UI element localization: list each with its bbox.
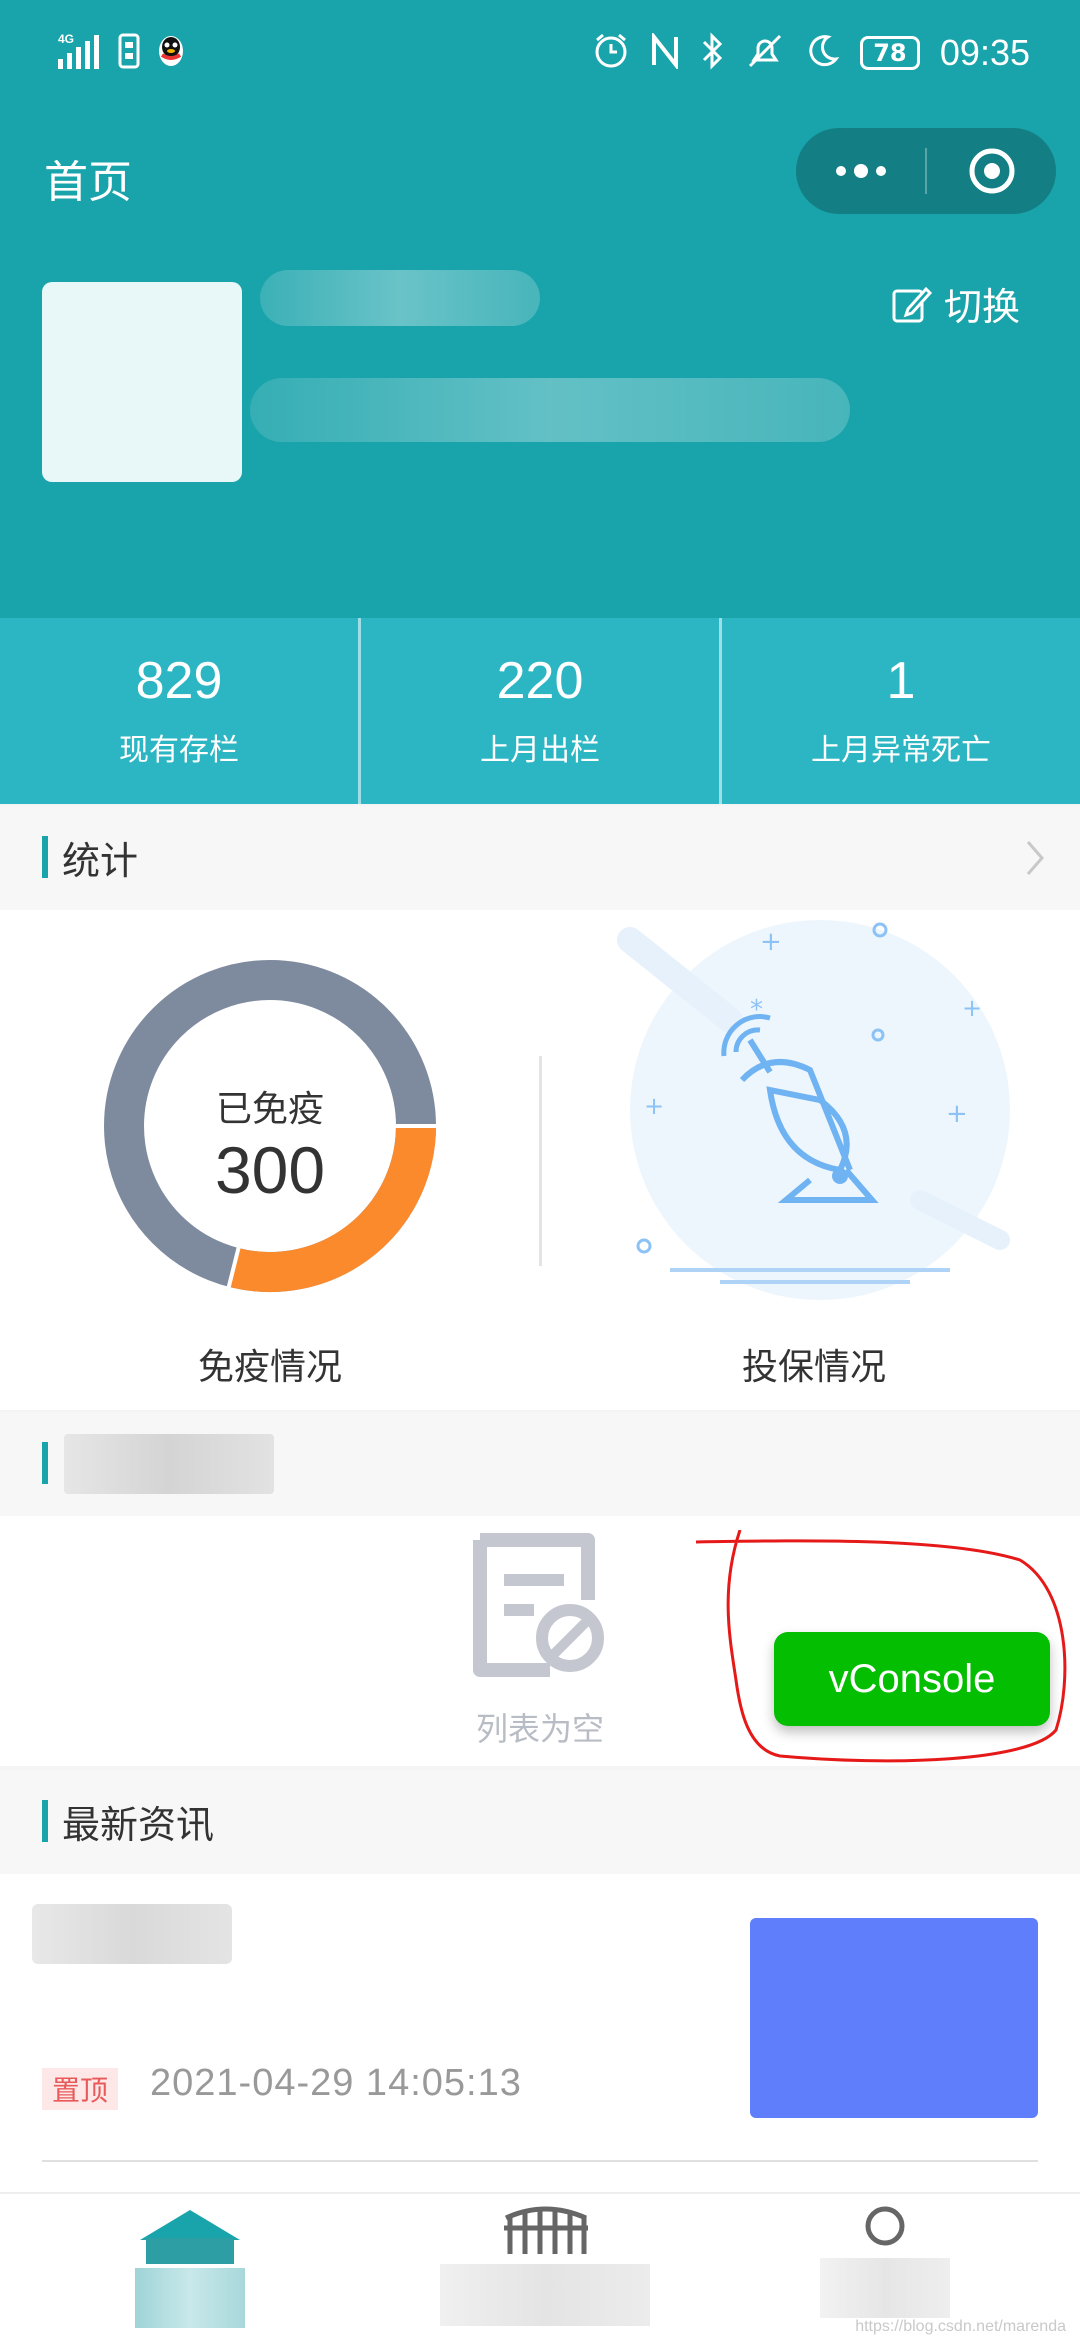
user-icon — [865, 2206, 905, 2246]
svg-text:+: + — [760, 927, 782, 957]
stat-value: 1 — [886, 652, 916, 711]
svg-text:+: + — [962, 994, 982, 1022]
page-title: 首页 — [44, 157, 132, 208]
alarm-icon — [592, 32, 630, 74]
vaccine-value: 300 — [214, 1133, 326, 1207]
more-button[interactable] — [796, 128, 925, 214]
section-accent-bar — [42, 836, 48, 878]
watermark: https://blog.csdn.net/marenda — [855, 2318, 1066, 2335]
stat-label: 上月出栏 — [480, 732, 600, 768]
farm-address-redacted — [250, 378, 850, 442]
status-time: 09:35 — [939, 32, 1030, 73]
signal-icon: 4G — [56, 31, 104, 75]
sim-icon — [118, 33, 140, 73]
target-icon — [969, 148, 1014, 194]
edit-icon — [892, 286, 932, 322]
stat-value: 220 — [496, 652, 584, 711]
empty-list-icon — [470, 1530, 610, 1684]
svg-text:+: + — [946, 1099, 968, 1129]
svg-text:+: + — [644, 1092, 664, 1120]
insurance-card[interactable]: + + + + * — [610, 900, 1030, 1300]
satellite-dish-icon: + + + + * — [617, 920, 1010, 1300]
svg-text:*: * — [750, 995, 763, 1025]
chevron-right-icon — [1026, 841, 1044, 875]
section-accent-bar — [42, 1800, 48, 1842]
stats-divider — [539, 1056, 542, 1266]
mute-bell-icon — [746, 32, 784, 74]
redacted-section-header — [0, 1412, 1080, 1516]
tab-home[interactable] — [130, 2204, 250, 2334]
section-title-redacted — [64, 1434, 274, 1494]
news-title-redacted — [32, 1904, 232, 1964]
stat-abnormal-deaths[interactable]: 1 上月异常死亡 — [722, 618, 1080, 804]
stat-value: 829 — [135, 652, 223, 711]
tab-barn[interactable] — [440, 2204, 650, 2334]
switch-button[interactable]: 切换 — [890, 276, 1020, 331]
home-icon — [140, 2210, 240, 2264]
empty-list-text: 列表为空 — [475, 1710, 604, 1748]
section-accent-bar — [42, 1442, 48, 1484]
moon-icon — [804, 33, 840, 73]
farm-name-redacted — [260, 270, 540, 326]
more-dots-icon — [835, 164, 886, 178]
qq-icon — [154, 33, 188, 73]
stat-last-month-out[interactable]: 220 上月出栏 — [361, 618, 722, 804]
tab-barn-label-redacted — [440, 2264, 650, 2326]
stats-row: 829 现有存栏 220 上月出栏 1 上月异常死亡 — [0, 618, 1080, 804]
news-date: 2021-04-29 14:05:13 — [150, 2062, 522, 2104]
status-bar: 4G 78 09:35 — [0, 0, 1080, 110]
stat-label: 上月异常死亡 — [811, 732, 991, 768]
stat-label: 现有存栏 — [119, 732, 239, 768]
section-title: 最新资讯 — [62, 1803, 215, 1847]
red-annotation-circle — [695, 1530, 1067, 1763]
vaccine-center-label: 已免疫 300 — [140, 1080, 400, 1208]
status-right: 78 09:35 — [592, 30, 1030, 76]
bluetooth-icon — [700, 32, 726, 74]
mini-program-capsule — [796, 128, 1056, 214]
stat-current-stock[interactable]: 829 现有存栏 — [0, 618, 361, 804]
svg-text:4G: 4G — [58, 32, 74, 46]
pinned-tag: 置顶 — [42, 2068, 119, 2110]
switch-label: 切换 — [944, 285, 1021, 329]
battery-indicator: 78 — [859, 36, 920, 70]
news-section-header: 最新资讯 — [0, 1770, 1080, 1874]
tab-mine-label-redacted — [820, 2258, 950, 2318]
nfc-icon — [650, 31, 680, 73]
tab-home-label-redacted — [135, 2268, 245, 2328]
insurance-caption: 投保情况 — [741, 1347, 886, 1388]
vaccine-label: 已免疫 — [215, 1089, 324, 1130]
vaccine-caption: 免疫情况 — [197, 1347, 342, 1388]
news-divider — [42, 2160, 1038, 2162]
close-miniprogram-button[interactable] — [927, 128, 1056, 214]
bottom-tab-bar: https://blog.csdn.net/marenda — [0, 2192, 1080, 2342]
section-title: 统计 — [62, 839, 139, 883]
news-thumbnail — [750, 1918, 1038, 2118]
stats-section-header[interactable]: 统计 — [0, 806, 1080, 910]
barn-fence-icon — [504, 2206, 588, 2254]
status-left: 4G — [56, 30, 188, 76]
tab-mine[interactable] — [820, 2204, 950, 2334]
farm-avatar — [42, 282, 242, 482]
